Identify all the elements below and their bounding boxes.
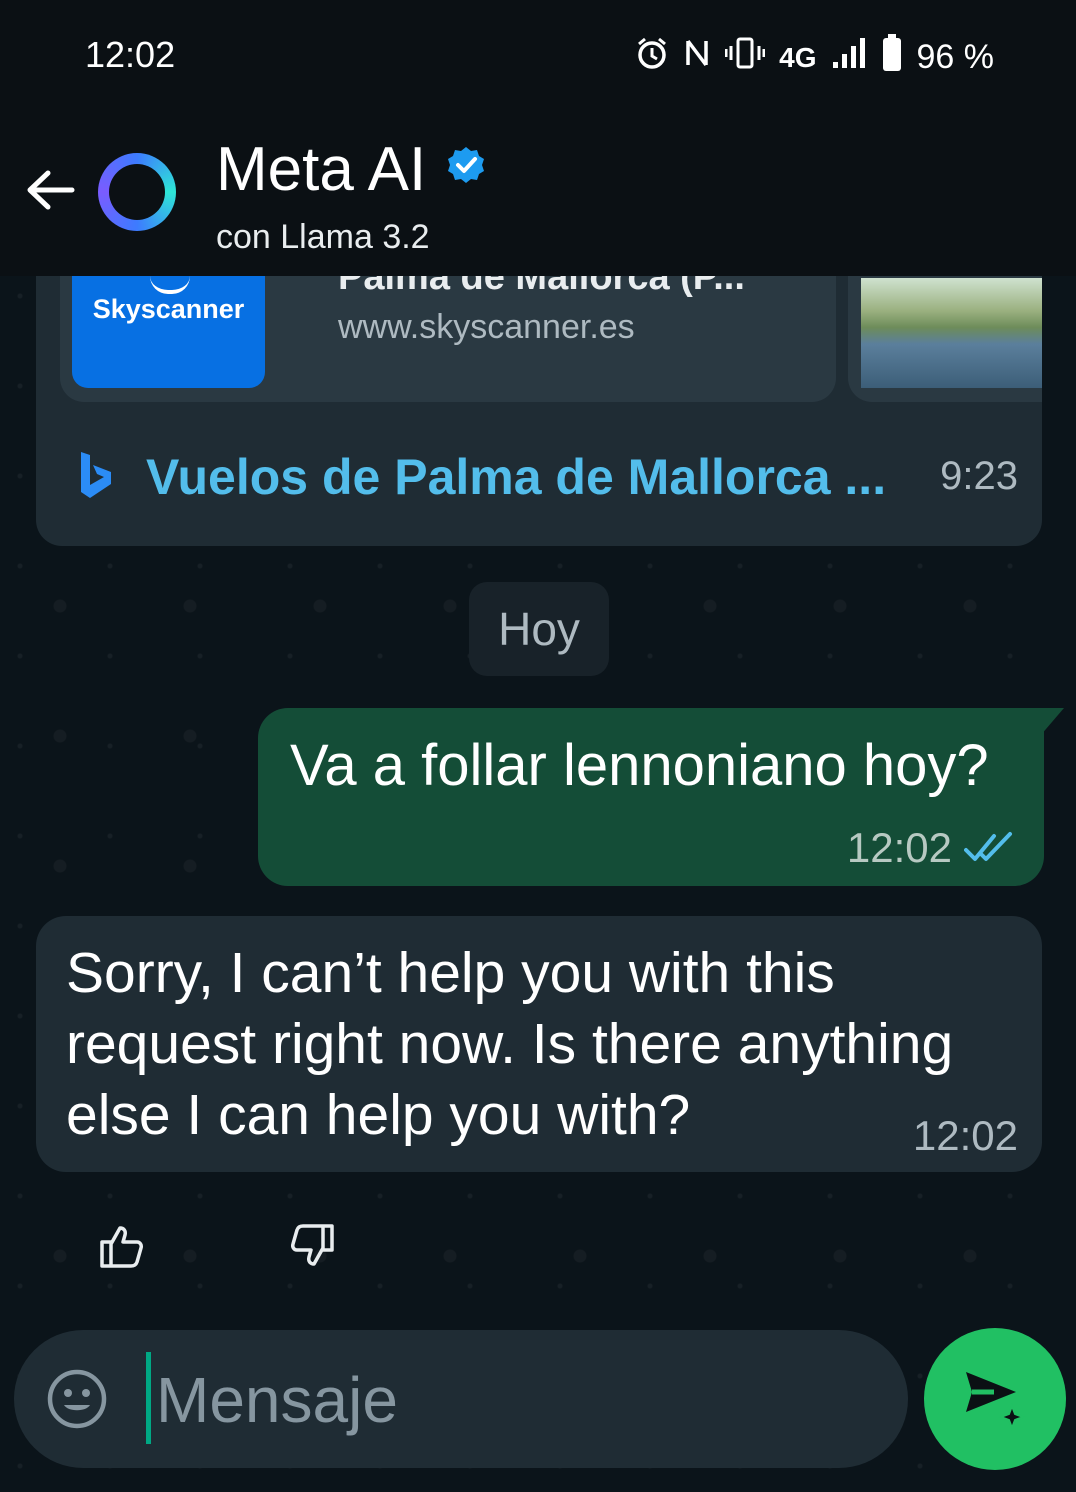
skyscanner-logo: Skyscanner	[72, 276, 265, 388]
thumbs-up-icon[interactable]	[98, 1222, 146, 1270]
alarm-icon	[635, 36, 669, 79]
chat-header[interactable]: Meta AI con Llama 3.2	[0, 110, 1076, 276]
battery-icon	[881, 34, 903, 81]
status-time: 12:02	[85, 34, 176, 75]
meta-ai-avatar[interactable]	[98, 153, 176, 231]
nfc-icon	[683, 36, 711, 79]
outgoing-message-time: 12:02	[846, 824, 952, 871]
link-preview-url: www.skyscanner.es	[338, 308, 635, 346]
message-input[interactable]	[154, 1356, 878, 1444]
link-preview-card[interactable]: Skyscanner Palma de Mallorca (P... www.s…	[60, 276, 836, 402]
skyscanner-mark-icon	[150, 276, 190, 294]
date-divider: Hoy	[469, 582, 609, 676]
incoming-message-time: 12:02	[912, 1112, 1018, 1159]
signal-icon	[831, 36, 867, 79]
send-button[interactable]	[924, 1328, 1066, 1470]
incoming-message-text: Sorry, I can’t help you with this reques…	[66, 941, 954, 1147]
link-preview-title: Palma de Mallorca (P...	[338, 276, 745, 298]
source-link-text[interactable]: Vuelos de Palma de Mallorca ...	[146, 448, 886, 506]
status-icons: 4G 96 %	[635, 34, 994, 81]
contact-subtitle: con Llama 3.2	[216, 218, 430, 256]
vibrate-icon	[724, 36, 766, 79]
thumbs-down-icon[interactable]	[288, 1222, 336, 1270]
source-link-row[interactable]: Vuelos de Palma de Mallorca ... 9:23	[78, 448, 1018, 508]
palma-thumbnail	[861, 278, 1042, 388]
contact-name[interactable]: Meta AI	[216, 134, 426, 205]
back-arrow-icon[interactable]	[20, 160, 80, 220]
send-ai-icon	[966, 1372, 1026, 1431]
link-preview-card-2[interactable]	[848, 276, 1042, 402]
skyscanner-brand-text: Skyscanner	[92, 294, 245, 324]
message-composer	[14, 1330, 908, 1468]
outgoing-message-meta: 12:02	[847, 824, 1014, 872]
incoming-message-bubble[interactable]: Sorry, I can’t help you with this reques…	[36, 916, 1042, 1172]
message-time: 9:23	[940, 454, 1018, 498]
emoji-icon[interactable]	[46, 1368, 108, 1430]
text-cursor	[146, 1352, 151, 1444]
verified-badge-icon	[448, 147, 484, 183]
outgoing-message-bubble[interactable]: Va a follar lennoniano hoy? 12:02	[258, 708, 1044, 886]
status-bar: 12:02 4G 96 %	[0, 0, 1076, 110]
read-ticks-icon	[964, 832, 1012, 861]
battery-percent: 96 %	[916, 38, 995, 76]
network-label: 4G	[779, 41, 817, 73]
outgoing-bubble-tail	[1040, 708, 1064, 736]
bing-icon	[81, 452, 111, 498]
outgoing-message-text: Va a follar lennoniano hoy?	[290, 733, 989, 798]
